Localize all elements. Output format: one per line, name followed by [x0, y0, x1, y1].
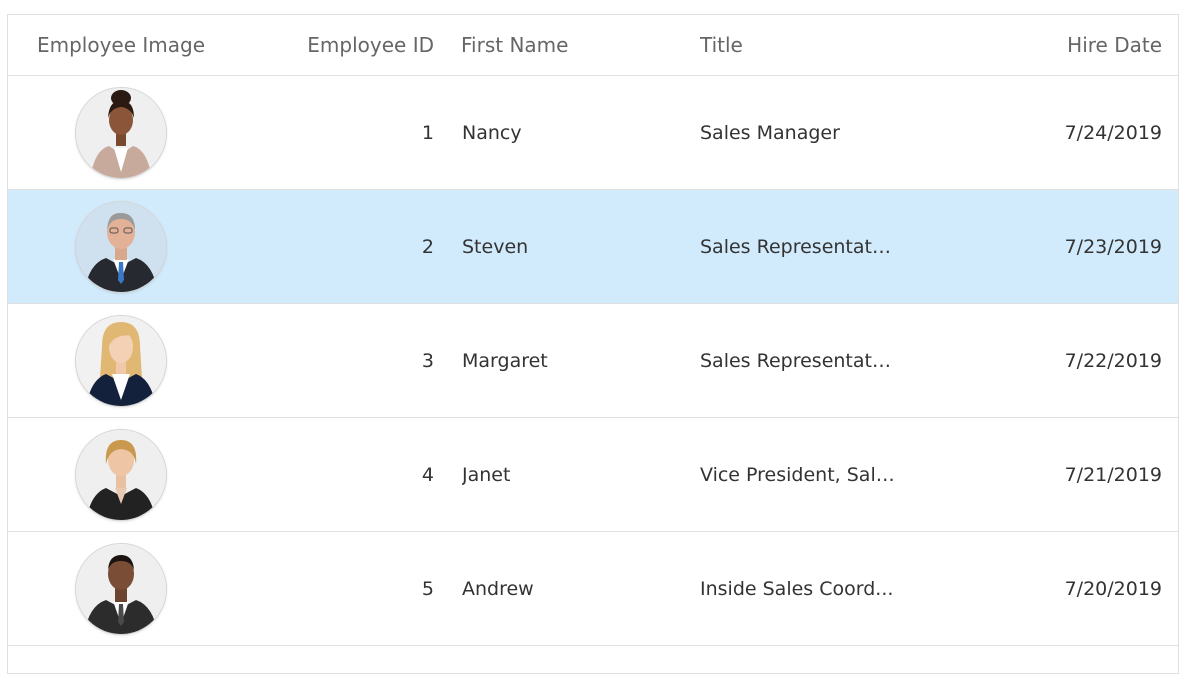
title-text: Inside Sales Coord...: [700, 577, 894, 600]
table-row[interactable]: 5 Andrew Inside Sales Coord... 7/20/2019: [8, 532, 1178, 646]
employee-photo-avatar: [76, 429, 166, 520]
employee-image-cell: [8, 532, 234, 645]
first-name-cell: Janet: [462, 463, 511, 486]
title-cell: Sales Manager: [700, 76, 915, 189]
employee-id-cell: 1: [421, 121, 434, 144]
employee-photo-avatar: [76, 201, 166, 292]
first-name-cell: Andrew: [462, 577, 534, 600]
employee-id-cell: 4: [421, 463, 434, 486]
table-row[interactable]: 1 Nancy Sales Manager 7/24/2019: [8, 76, 1178, 190]
column-header-employee-image[interactable]: Employee Image: [8, 15, 234, 75]
first-name-cell: Nancy: [462, 121, 522, 144]
title-text: Vice President, Sales: [700, 463, 895, 486]
column-header-title[interactable]: Title: [700, 15, 915, 75]
title-text: Sales Manager: [700, 121, 840, 144]
first-name-cell: Margaret: [462, 349, 548, 372]
employee-image-cell: [8, 304, 234, 417]
employee-image-cell: [8, 76, 234, 189]
title-text: Sales Representati...: [700, 349, 895, 372]
employee-id-cell: 2: [421, 235, 434, 258]
employee-image-cell: [8, 418, 234, 531]
employee-photo-avatar: [76, 543, 166, 634]
grid-header-row: Employee Image Employee ID First Name Ti…: [8, 15, 1178, 76]
employee-photo-avatar: [76, 315, 166, 406]
employee-image-cell: [8, 190, 234, 303]
employee-id-cell: 3: [421, 349, 434, 372]
employee-photo-avatar: [76, 87, 166, 178]
table-row[interactable]: 3 Margaret Sales Representati... 7/22/20…: [8, 304, 1178, 418]
hire-date-cell: 7/24/2019: [1064, 121, 1162, 144]
column-header-first-name[interactable]: First Name: [461, 15, 683, 75]
employee-id-cell: 5: [421, 577, 434, 600]
hire-date-cell: 7/20/2019: [1064, 577, 1162, 600]
first-name-cell: Steven: [462, 235, 529, 258]
title-cell: Inside Sales Coord...: [700, 532, 915, 645]
title-cell: Sales Representati...: [700, 190, 915, 303]
employee-data-grid: Employee Image Employee ID First Name Ti…: [7, 14, 1179, 674]
column-header-hire-date[interactable]: Hire Date: [968, 15, 1162, 75]
title-cell: Sales Representati...: [700, 304, 915, 417]
hire-date-cell: 7/23/2019: [1064, 235, 1162, 258]
title-cell: Vice President, Sales: [700, 418, 915, 531]
title-text: Sales Representati...: [700, 235, 895, 258]
table-row-selected[interactable]: 2 Steven Sales Representati... 7/23/2019: [8, 190, 1178, 304]
table-row[interactable]: 4 Janet Vice President, Sales 7/21/2019: [8, 418, 1178, 532]
hire-date-cell: 7/21/2019: [1064, 463, 1162, 486]
hire-date-cell: 7/22/2019: [1064, 349, 1162, 372]
column-header-employee-id[interactable]: Employee ID: [234, 15, 436, 75]
